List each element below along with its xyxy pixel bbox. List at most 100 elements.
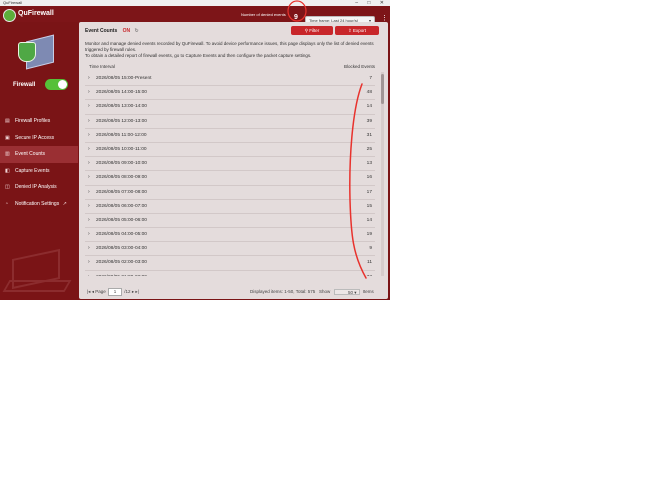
denied-events-count[interactable]: 9	[294, 14, 298, 22]
sidebar-item-label: Denied IP Analysis	[15, 184, 57, 191]
status-badge: ON	[122, 28, 131, 34]
row-time-interval: 2026/08/05 07:00-08:00	[96, 189, 147, 195]
sidebar-item-secure-ip-access[interactable]: ▣ Secure IP Access	[0, 130, 78, 147]
description-text: Monitor and manage denied events recorde…	[85, 41, 374, 52]
table-row[interactable]: › 2026/08/05 15:00-Present 7	[85, 72, 375, 87]
export-button-label: Export	[353, 28, 367, 33]
table-row[interactable]: › 2026/08/05 11:00-12:00 31	[85, 129, 375, 143]
row-blocked-count: 48	[366, 90, 372, 96]
table-row[interactable]: › 2026/08/05 06:00-07:00 15	[85, 200, 375, 214]
sidebar-item-event-counts[interactable]: ▥ Event Counts	[0, 146, 78, 163]
prev-page-icon[interactable]: ◂	[92, 289, 94, 294]
filter-button-label: Filter	[309, 28, 320, 33]
page-input[interactable]: 1	[108, 288, 123, 296]
expand-chevron-icon[interactable]: ›	[88, 256, 90, 269]
expand-chevron-icon[interactable]: ›	[88, 228, 90, 241]
row-blocked-count: 19	[366, 232, 372, 238]
table-row[interactable]: › 2026/08/05 08:00-09:00 16	[85, 171, 375, 186]
qufirewall-logo-icon	[3, 9, 16, 22]
table-row[interactable]: › 2026/08/05 07:00-08:00 17	[85, 186, 375, 200]
expand-chevron-icon[interactable]: ›	[88, 242, 90, 255]
refresh-icon[interactable]: ↻	[135, 28, 139, 34]
filter-button[interactable]: ⚲ Filter	[291, 26, 333, 35]
first-page-icon[interactable]: |◂	[87, 289, 90, 294]
sidebar-item-capture-events[interactable]: ◧ Capture Events	[0, 163, 78, 180]
app-title: QuFirewall	[18, 10, 54, 17]
table-row[interactable]: › 2026/08/05 13:00-14:00 14	[85, 100, 375, 115]
table-row[interactable]: › 2026/08/05 04:00-05:00 19	[85, 228, 375, 243]
table-row[interactable]: › 2026/08/05 03:00-04:00 9	[85, 242, 375, 257]
row-blocked-count: 9	[369, 246, 372, 252]
sidebar-item-label: Notification Settings	[15, 200, 60, 207]
row-time-interval: 2026/08/05 09:00-10:00	[96, 161, 147, 167]
sidebar-nav: ▤ Firewall Profiles ▣ Secure IP Access ▥…	[0, 113, 78, 213]
sidebar-item-firewall-profiles[interactable]: ▤ Firewall Profiles	[0, 113, 78, 130]
items-per-page-select[interactable]: 50 ▾	[333, 288, 360, 295]
row-time-interval: 2026/08/05 06:00-07:00	[96, 203, 147, 209]
expand-chevron-icon[interactable]: ›	[88, 171, 90, 184]
row-time-interval: 2026/08/05 08:00-09:00	[96, 175, 147, 181]
page-title: Event Counts	[85, 28, 118, 34]
capture-icon: ◧	[5, 167, 10, 174]
expand-chevron-icon[interactable]: ›	[88, 100, 90, 113]
expand-chevron-icon[interactable]: ›	[88, 72, 90, 85]
expand-chevron-icon[interactable]: ›	[88, 214, 90, 227]
table-row[interactable]: › 2026/08/05 05:00-06:00 14	[85, 214, 375, 229]
expand-chevron-icon[interactable]: ›	[88, 129, 90, 142]
row-time-interval: 2026/08/05 01:00-02:00	[96, 271, 147, 276]
sidebar-item-denied-ip-analysis[interactable]: ◫ Denied IP Analysis	[0, 179, 78, 196]
expand-chevron-icon[interactable]: ›	[88, 157, 90, 170]
row-time-interval: 2026/08/05 10:00-11:00	[96, 146, 147, 152]
lock-icon: ▣	[5, 134, 10, 141]
expand-chevron-icon[interactable]: ›	[88, 271, 90, 276]
firewall-toggle[interactable]	[45, 79, 68, 90]
panel-header: Event Counts ON ↻	[85, 27, 139, 35]
row-time-interval: 2026/08/05 12:00-13:00	[96, 118, 147, 124]
table-row[interactable]: › 2026/08/05 12:00-13:00 39	[85, 115, 375, 129]
row-blocked-count: 15	[366, 203, 372, 209]
firewall-label: Firewall	[13, 82, 36, 88]
list-icon: ▤	[5, 118, 10, 124]
table-row[interactable]: › 2026/08/05 14:00-15:00 48	[85, 86, 375, 101]
expand-chevron-icon[interactable]: ›	[88, 143, 90, 156]
sidebar-item-label: Secure IP Access	[15, 134, 55, 141]
last-page-icon[interactable]: ▸|	[135, 289, 138, 294]
displayed-items: Displayed items: 1-50, Total: 575	[250, 289, 316, 294]
row-blocked-count: 14	[366, 217, 372, 223]
laptop-illustration-icon	[2, 248, 72, 294]
sidebar-item-label: Firewall Profiles	[15, 118, 51, 124]
sidebar: Firewall ▤ Firewall Profiles ▣ Secure IP…	[0, 22, 78, 300]
column-header-time: Time Interval	[89, 64, 115, 69]
export-button[interactable]: ⇪ Export	[335, 26, 379, 35]
expand-chevron-icon[interactable]: ›	[88, 186, 90, 199]
row-blocked-count: 14	[366, 104, 372, 110]
row-blocked-count: 25	[366, 146, 372, 152]
sidebar-item-label: Capture Events	[15, 167, 50, 174]
sidebar-item-notification-settings[interactable]: ◔ Notification Settings ↗	[0, 196, 78, 213]
expand-chevron-icon[interactable]: ›	[88, 86, 90, 99]
table-row[interactable]: › 2026/08/05 02:00-03:00 11	[85, 256, 375, 271]
page-count: /12	[124, 289, 131, 295]
table-scrollbar[interactable]	[381, 72, 384, 276]
row-blocked-count: 16	[366, 175, 372, 181]
next-page-icon[interactable]: ▸	[132, 289, 134, 294]
row-time-interval: 2026/08/05 14:00-15:00	[96, 90, 147, 96]
page-label: Page	[95, 289, 106, 295]
table-header: Time Interval Blocked Events	[85, 64, 381, 71]
table-row[interactable]: › 2026/08/05 09:00-10:00 13	[85, 157, 375, 172]
row-blocked-count: 17	[366, 189, 372, 195]
expand-chevron-icon[interactable]: ›	[88, 115, 90, 128]
expand-chevron-icon[interactable]: ›	[88, 200, 90, 213]
description-text-2: To obtain a detailed report of firewall …	[85, 53, 312, 58]
row-blocked-count: 33	[367, 271, 372, 276]
chart-icon: ▥	[5, 151, 10, 158]
firewall-illustration-icon	[12, 34, 57, 74]
table-row[interactable]: › 2026/08/05 01:00-02:00 33	[85, 271, 375, 276]
row-blocked-count: 11	[367, 260, 372, 266]
row-blocked-count: 31	[366, 132, 372, 138]
table-row[interactable]: › 2026/08/05 10:00-11:00 25	[85, 143, 375, 158]
row-time-interval: 2026/08/05 04:00-05:00	[96, 232, 147, 238]
row-blocked-count: 39	[366, 118, 372, 124]
scrollbar-thumb[interactable]	[381, 74, 384, 104]
row-time-interval: 2026/08/05 13:00-14:00	[96, 104, 147, 110]
